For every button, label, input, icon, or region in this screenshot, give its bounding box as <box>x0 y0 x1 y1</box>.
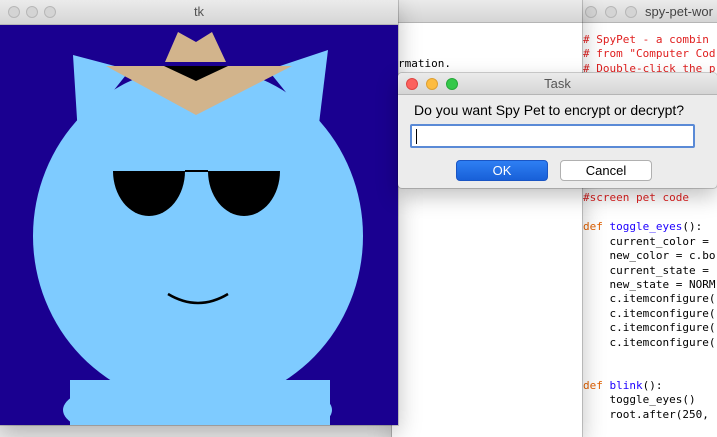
code-line: new_color = c.bo <box>583 249 716 263</box>
cancel-button[interactable]: Cancel <box>560 160 652 181</box>
spy-pet-drawing[interactable] <box>0 25 398 425</box>
ok-button[interactable]: OK <box>456 160 548 181</box>
code-line: # SpyPet - a combin <box>583 33 709 46</box>
tk-titlebar[interactable]: tk <box>0 0 398 25</box>
code-line: toggle_eyes() <box>583 393 696 407</box>
dialog-title: Task <box>544 76 571 91</box>
code-editor-window: spy-pet-wor # SpyPet - a combin # from "C… <box>575 0 717 437</box>
answer-input[interactable] <box>410 124 695 148</box>
code-editor-titlebar[interactable]: spy-pet-wor <box>575 0 717 23</box>
text-caret <box>416 129 417 144</box>
code-line: c.itemconfigure( <box>583 321 716 335</box>
pet-body <box>33 66 363 406</box>
shell-titlebar[interactable] <box>392 0 582 23</box>
shell-window: rmation. <box>392 0 582 437</box>
code-line: root.after(250, <box>583 407 709 421</box>
code-line: def toggle_eyes(): <box>583 220 703 234</box>
close-icon[interactable] <box>585 6 597 18</box>
code-line: c.itemconfigure( <box>583 306 716 320</box>
code-line: new_state = NORM <box>583 277 716 291</box>
code-line: def blink(): <box>583 378 663 392</box>
code-line: current_color = <box>583 234 709 248</box>
zoom-icon[interactable] <box>625 6 637 18</box>
code-line: current_state = <box>583 263 709 277</box>
hat-crown <box>165 32 226 62</box>
tk-title: tk <box>193 4 205 19</box>
code-line: #screen pet code <box>583 191 689 205</box>
task-dialog: Task Do you want Spy Pet to encrypt or d… <box>398 73 717 188</box>
pet-bottom <box>70 380 330 425</box>
code-line: c.itemconfigure( <box>583 292 716 306</box>
code-editor-title: spy-pet-wor <box>645 4 713 19</box>
dialog-titlebar[interactable]: Task <box>398 73 717 95</box>
minimize-icon[interactable] <box>605 6 617 18</box>
pet-canvas[interactable] <box>0 25 398 425</box>
shell-output: rmation. <box>398 57 451 70</box>
tk-window: tk <box>0 0 398 425</box>
code-line: c.itemconfigure( <box>583 335 716 349</box>
code-line: # from "Computer Cod <box>583 47 716 61</box>
dialog-prompt: Do you want Spy Pet to encrypt or decryp… <box>414 102 685 118</box>
